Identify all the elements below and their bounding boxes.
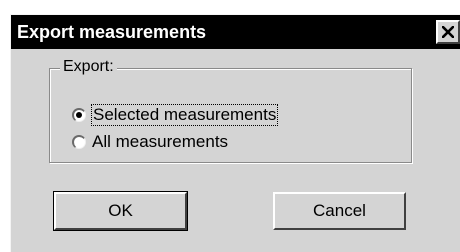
cancel-button[interactable]: Cancel (273, 192, 406, 230)
radio-selected-dot (76, 112, 82, 118)
radio-label-all[interactable]: All measurements (92, 132, 228, 152)
title-bar[interactable]: Export measurements (11, 15, 460, 49)
close-icon (442, 26, 454, 38)
radio-all-measurements[interactable]: All measurements (72, 131, 228, 153)
ok-button[interactable]: OK (53, 191, 188, 231)
radio-label-selected[interactable]: Selected measurements (90, 104, 279, 126)
radio-selected-measurements[interactable]: Selected measurements (72, 104, 279, 126)
dialog-title: Export measurements (17, 22, 207, 42)
close-button[interactable] (436, 20, 460, 44)
radio-button[interactable] (72, 108, 86, 122)
radio-button[interactable] (72, 135, 86, 149)
groupbox-legend: Export: (60, 57, 117, 77)
